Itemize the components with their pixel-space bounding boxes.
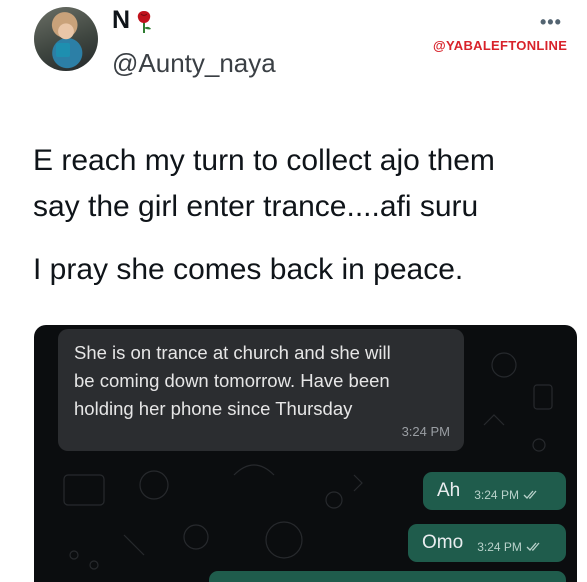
avatar-cup — [56, 43, 70, 57]
outgoing-message-text: Omo — [422, 532, 464, 553]
avatar[interactable] — [34, 7, 98, 71]
outgoing-message-time: 3:24 PM — [474, 488, 519, 502]
tweet-text-line-2: say the girl enter trance....afi suru — [33, 190, 479, 223]
outgoing-message-bubble[interactable]: Ah 3:24 PM — [423, 472, 566, 510]
incoming-message-bubble[interactable]: She is on trance at church and she will … — [58, 329, 464, 451]
outgoing-message-bubble-cropped — [209, 571, 566, 582]
double-check-icon — [523, 490, 537, 499]
chat-screenshot: She is on trance at church and she will … — [34, 325, 577, 582]
outgoing-message-time: 3:24 PM — [477, 540, 522, 554]
outgoing-message-bubble[interactable]: Omo 3:24 PM — [408, 524, 566, 562]
display-name[interactable]: N — [112, 6, 155, 35]
outgoing-message-meta: 3:24 PM — [477, 540, 541, 554]
incoming-message-line: be coming down tomorrow. Have been — [74, 370, 390, 391]
display-name-text: N — [112, 6, 131, 34]
outgoing-message-text: Ah — [437, 480, 461, 501]
watermark: @YABALEFTONLINE — [433, 38, 568, 53]
more-icon[interactable]: ••• — [540, 12, 562, 33]
user-handle[interactable]: @Aunty_naya — [112, 48, 276, 79]
tweet-text-line-3: I pray she comes back in peace. — [33, 253, 464, 286]
incoming-message-line: She is on trance at church and she will — [74, 342, 391, 363]
outgoing-message-meta: 3:24 PM — [474, 488, 538, 502]
incoming-message-line: holding her phone since Thursday — [74, 398, 353, 419]
double-check-icon — [526, 542, 540, 551]
rose-icon — [137, 10, 151, 33]
tweet-text-line-1: E reach my turn to collect ajo them — [33, 144, 495, 177]
incoming-message-time: 3:24 PM — [401, 424, 450, 439]
